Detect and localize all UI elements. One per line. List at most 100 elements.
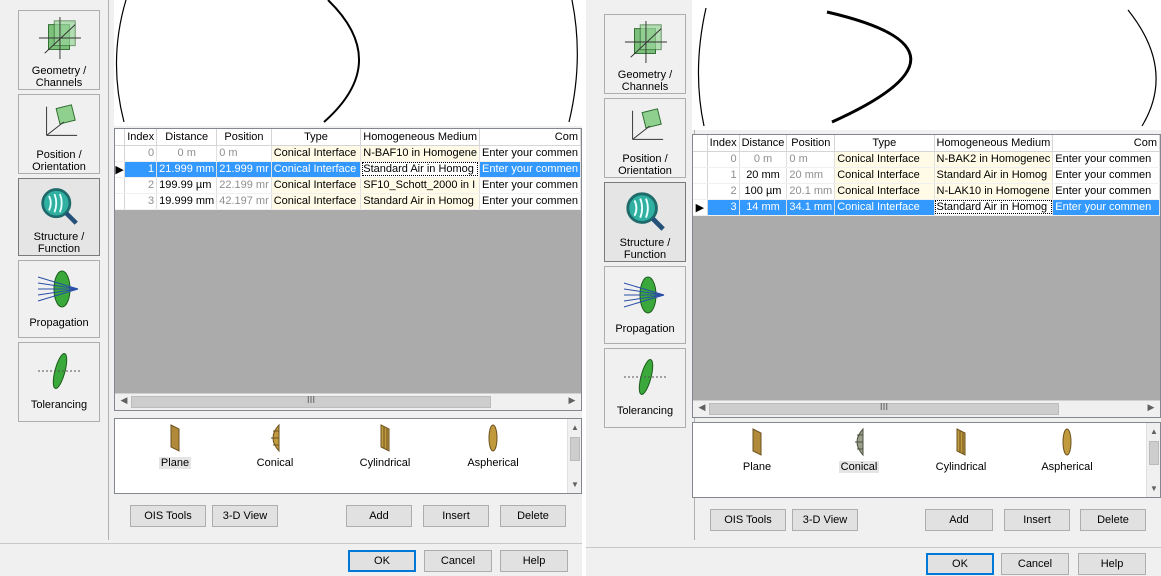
row-selector[interactable] [693,167,708,184]
scroll-left-icon[interactable]: ◀ [695,402,709,413]
left-surface-table[interactable]: Index Distance Position Type Homogeneous… [114,128,582,411]
row-pointer-icon[interactable]: ▶ [115,161,126,178]
cell-distance[interactable]: 100 µm [739,183,788,200]
column-header[interactable]: Distance [739,135,788,152]
table-row[interactable]: 2 199.99 µm 22.199 mr Conical Interface … [115,177,581,194]
palette-vertical-scrollbar[interactable]: ▲ ▼ [567,419,581,493]
left-tolerancing-button[interactable]: Tolerancing [18,342,100,422]
right-tolerancing-button[interactable]: Tolerancing [604,348,686,428]
left-propagation-button[interactable]: Propagation [18,260,100,338]
cell-medium[interactable]: N-LAK10 in Homogene [934,183,1054,200]
scroll-left-icon[interactable]: ◀ [117,395,131,406]
row-pointer-icon[interactable]: ▶ [693,199,708,216]
table-row-selected[interactable]: ▶ 1 21.999 mm 21.999 mr Conical Interfac… [115,161,581,178]
table-row[interactable]: 1 20 mm 20 mm Conical Interface Standard… [693,167,1160,184]
column-header[interactable]: Homogeneous Medium [360,129,480,146]
cell-comment[interactable]: Enter your commen [1052,167,1160,184]
row-selector[interactable] [115,145,126,162]
cell-comment[interactable]: Enter your commen [479,161,581,178]
cell-distance[interactable]: 20 mm [739,167,788,184]
row-selector[interactable] [115,177,126,194]
left-geometry-channels-button[interactable]: Geometry / Channels [18,10,100,90]
table-row-selected[interactable]: ▶ 3 14 mm 34.1 mm Conical Interface Stan… [693,199,1160,216]
column-header[interactable]: Position [786,135,836,152]
palette-conical[interactable]: Conical [235,423,315,469]
cell-medium[interactable]: N-BAF10 in Homogene [360,145,480,162]
right-structure-function-button[interactable]: Structure / Function [604,182,686,262]
palette-cylindrical[interactable]: Cylindrical [921,427,1001,473]
column-header[interactable]: Homogeneous Medium [934,135,1054,152]
cell-medium[interactable]: Standard Air in Homog [360,161,480,178]
cell-type[interactable]: Conical Interface [834,183,935,200]
table-row[interactable]: 2 100 µm 20.1 mm Conical Interface N-LAK… [693,183,1160,200]
right-surface-table[interactable]: Index Distance Position Type Homogeneous… [692,134,1161,418]
horizontal-scrollbar[interactable]: ◀ III ▶ [693,400,1160,417]
cell-medium[interactable]: N-BAK2 in Homogenec [934,151,1054,168]
ois-tools-button[interactable]: OIS Tools [130,505,206,527]
delete-button[interactable]: Delete [500,505,566,527]
column-header[interactable]: Type [271,129,362,146]
right-position-orientation-button[interactable]: Position / Orientation [604,98,686,178]
add-button[interactable]: Add [925,509,993,531]
3d-view-button[interactable]: 3-D View [792,509,858,531]
cell-type[interactable]: Conical Interface [271,193,362,210]
insert-button[interactable]: Insert [423,505,489,527]
cancel-button[interactable]: Cancel [1001,553,1069,575]
row-selector[interactable] [115,193,126,210]
horizontal-scrollbar[interactable]: ◀ III ▶ [115,393,581,410]
left-structure-function-button[interactable]: Structure / Function [18,178,100,256]
scroll-right-icon[interactable]: ▶ [1144,402,1158,413]
cell-comment[interactable]: Enter your commen [1052,199,1160,216]
right-geometry-channels-button[interactable]: Geometry / Channels [604,14,686,94]
table-row[interactable]: 3 19.999 mm 42.197 mr Conical Interface … [115,193,581,210]
cell-distance[interactable]: 0 m [156,145,218,162]
cell-type[interactable]: Conical Interface [271,177,362,194]
cell-distance[interactable]: 14 mm [739,199,788,216]
scroll-thumb[interactable]: III [131,396,491,408]
column-header[interactable]: Index [124,129,158,146]
scroll-up-icon[interactable]: ▲ [1147,427,1161,436]
cell-medium[interactable]: SF10_Schott_2000 in I [360,177,480,194]
palette-plane[interactable]: Plane [135,423,215,469]
palette-aspherical[interactable]: Aspherical [1027,427,1107,473]
help-button[interactable]: Help [500,550,568,572]
left-position-orientation-button[interactable]: Position / Orientation [18,94,100,174]
cell-type[interactable]: Conical Interface [271,145,362,162]
add-button[interactable]: Add [346,505,412,527]
column-header[interactable]: Type [834,135,935,152]
ois-tools-button[interactable]: OIS Tools [710,509,786,531]
cell-comment[interactable]: Enter your commen [479,177,581,194]
right-propagation-button[interactable]: Propagation [604,266,686,344]
insert-button[interactable]: Insert [1004,509,1070,531]
column-header[interactable]: Com [1052,135,1160,152]
column-header[interactable]: Index [707,135,740,152]
scroll-down-icon[interactable]: ▼ [568,480,582,489]
palette-cylindrical[interactable]: Cylindrical [345,423,425,469]
cell-type[interactable]: Conical Interface [271,161,362,178]
column-header[interactable]: Distance [156,129,218,146]
cell-distance[interactable]: 0 m [739,151,788,168]
cell-comment[interactable]: Enter your commen [1052,183,1160,200]
cell-medium[interactable]: Standard Air in Homog [934,199,1054,216]
cell-comment[interactable]: Enter your commen [1052,151,1160,168]
table-row[interactable]: 0 0 m 0 m Conical Interface N-BAK2 in Ho… [693,151,1160,168]
palette-plane[interactable]: Plane [717,427,797,473]
scroll-thumb[interactable]: III [709,403,1059,415]
column-header[interactable]: Position [216,129,272,146]
table-row[interactable]: 0 0 m 0 m Conical Interface N-BAF10 in H… [115,145,581,162]
cell-medium[interactable]: Standard Air in Homog [934,167,1054,184]
scroll-thumb[interactable] [1149,441,1159,465]
cell-type[interactable]: Conical Interface [834,199,935,216]
palette-vertical-scrollbar[interactable]: ▲ ▼ [1146,423,1160,497]
palette-conical[interactable]: Conical [819,427,899,473]
cell-medium[interactable]: Standard Air in Homog [360,193,480,210]
ok-button[interactable]: OK [926,553,994,575]
cell-distance[interactable]: 21.999 mm [156,161,218,178]
scroll-thumb[interactable] [570,437,580,461]
ok-button[interactable]: OK [348,550,416,572]
delete-button[interactable]: Delete [1080,509,1146,531]
cell-distance[interactable]: 19.999 mm [156,193,218,210]
scroll-up-icon[interactable]: ▲ [568,423,582,432]
3d-view-button[interactable]: 3-D View [212,505,278,527]
palette-aspherical[interactable]: Aspherical [453,423,533,469]
